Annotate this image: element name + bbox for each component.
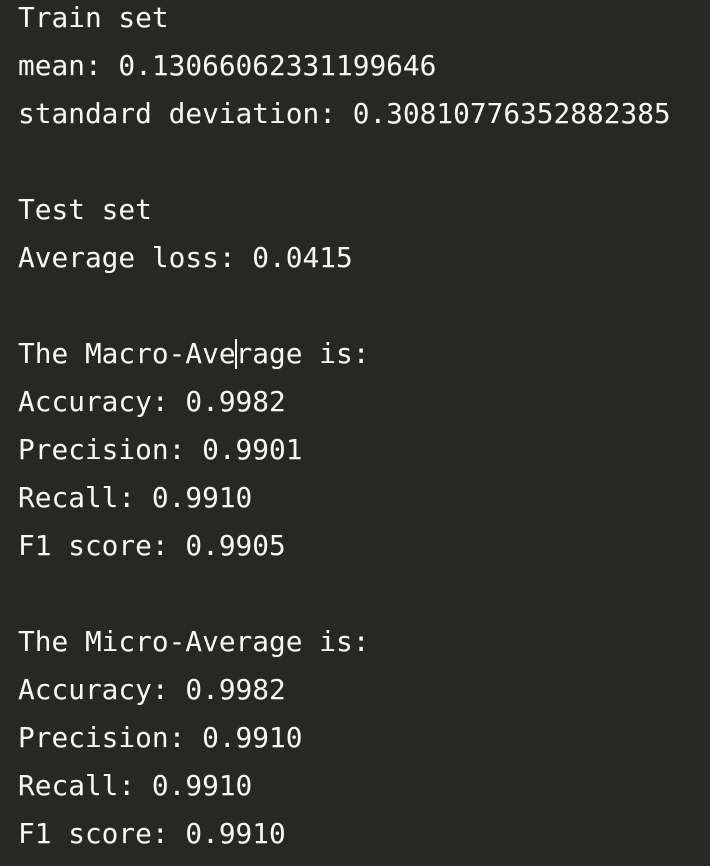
test-set-heading: Test set xyxy=(18,193,152,226)
micro-recall-line: Recall: 0.9910 xyxy=(18,769,253,802)
macro-average-heading: The Macro-Average is: xyxy=(18,336,710,384)
train-set-heading: Train set xyxy=(18,1,169,34)
micro-average-heading: The Micro-Average is: xyxy=(18,625,370,658)
macro-heading-part-1: The Macro-Ave xyxy=(18,337,236,370)
macro-recall-line: Recall: 0.9910 xyxy=(18,481,253,514)
macro-accuracy-line: Accuracy: 0.9982 xyxy=(18,385,286,418)
console-output[interactable]: Train set mean: 0.13066062331199646 stan… xyxy=(18,0,710,866)
test-average-loss-line: Average loss: 0.0415 xyxy=(18,241,353,274)
macro-f1-line: F1 score: 0.9905 xyxy=(18,529,286,562)
macro-heading-part-2: rage is: xyxy=(235,337,370,370)
train-std-line: standard deviation: 0.30810776352882385 xyxy=(18,97,671,130)
micro-f1-line: F1 score: 0.9910 xyxy=(18,817,286,850)
macro-precision-line: Precision: 0.9901 xyxy=(18,433,303,466)
train-mean-line: mean: 0.13066062331199646 xyxy=(18,49,437,82)
micro-precision-line: Precision: 0.9910 xyxy=(18,721,303,754)
micro-accuracy-line: Accuracy: 0.9982 xyxy=(18,673,286,706)
